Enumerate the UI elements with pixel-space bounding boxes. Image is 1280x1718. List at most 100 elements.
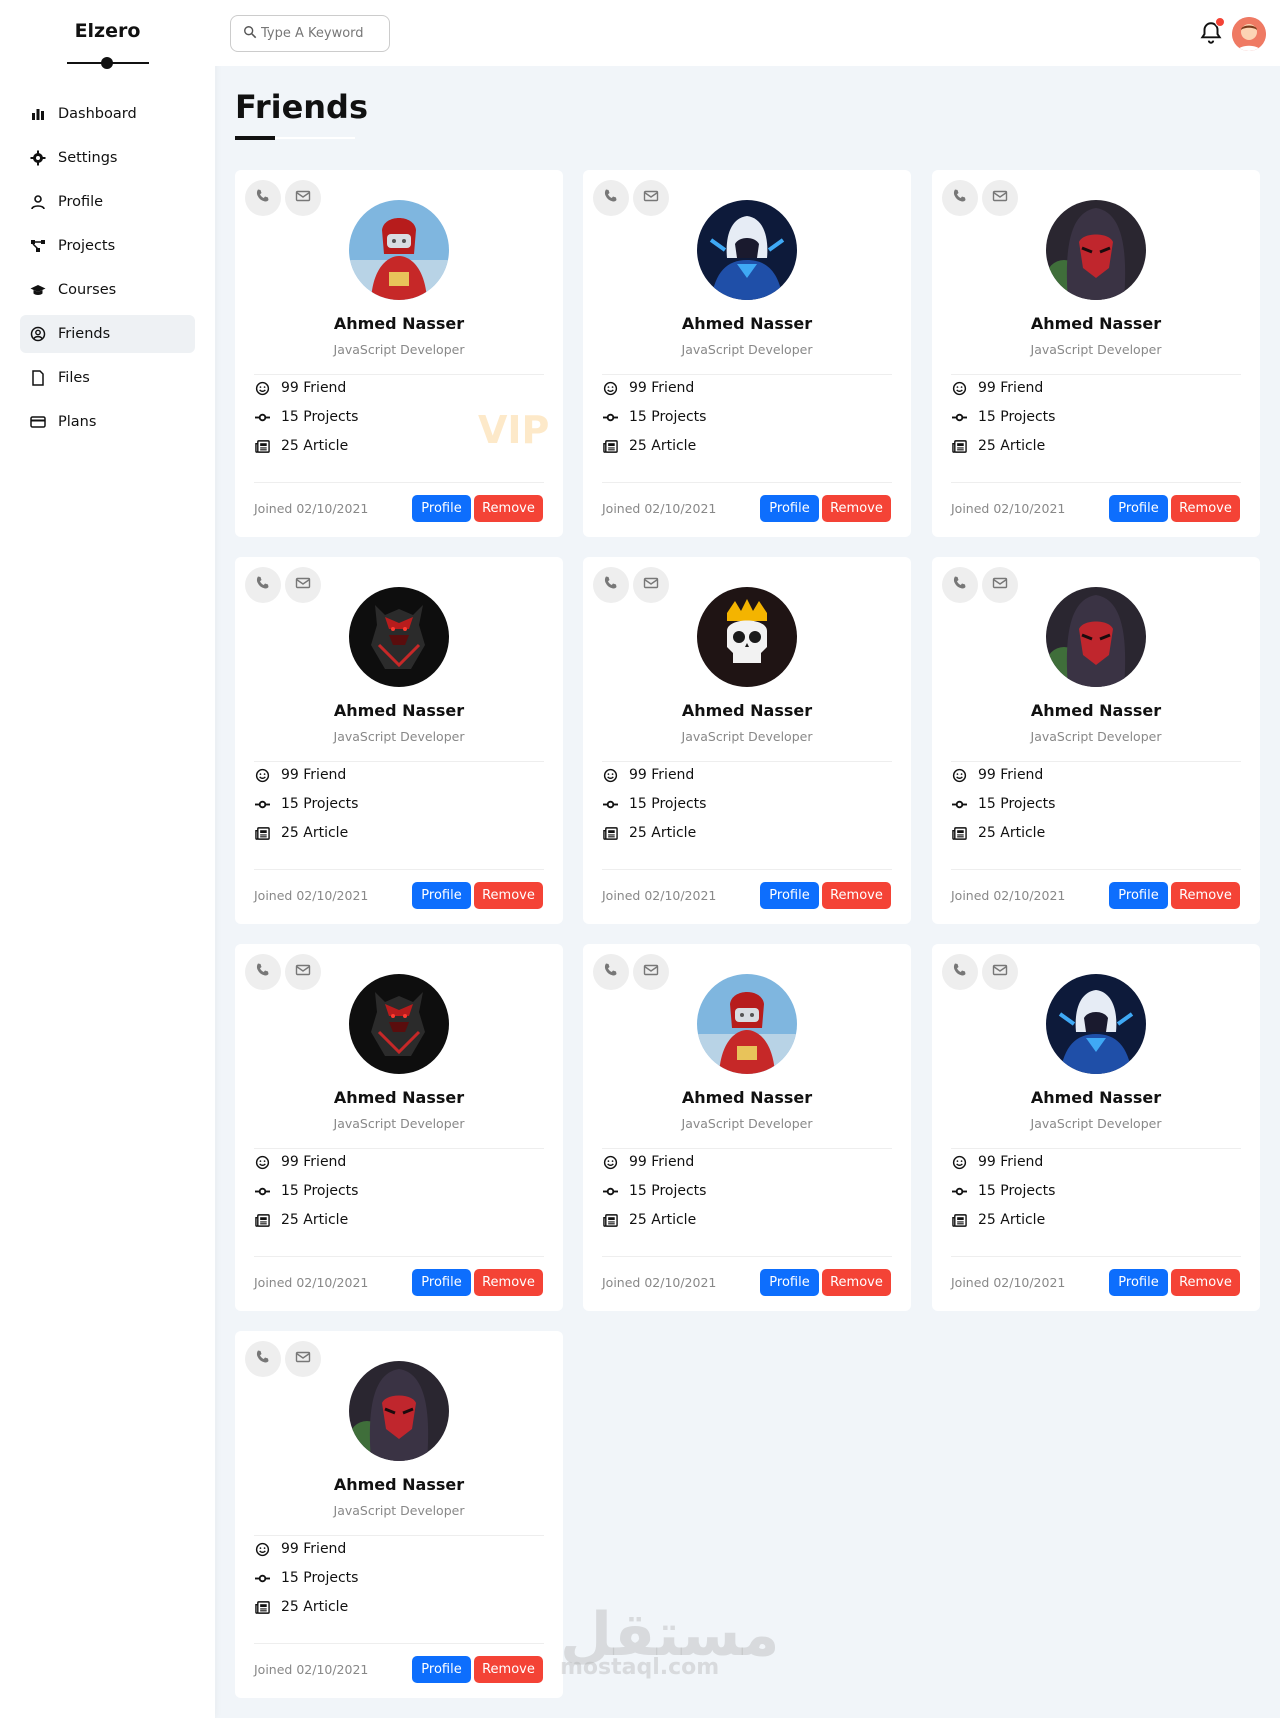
brand-divider-dot xyxy=(101,57,113,69)
sidebar-item-plans[interactable]: Plans xyxy=(20,403,195,441)
sidebar-item-label: Files xyxy=(58,370,90,386)
newspaper-icon xyxy=(603,439,629,454)
phone-button[interactable] xyxy=(593,954,629,990)
friend-card: Ahmed Nasser JavaScript Developer 99 Frien… xyxy=(932,170,1260,537)
profile-button[interactable]: Profile xyxy=(412,1269,471,1296)
projects-count-label: 15 Projects xyxy=(978,1183,1056,1199)
email-button[interactable] xyxy=(633,954,669,990)
smile-icon xyxy=(255,381,281,396)
phone-button[interactable] xyxy=(245,180,281,216)
projects-count-label: 15 Projects xyxy=(978,409,1056,425)
smile-icon xyxy=(603,768,629,783)
articles-count: 25 Article xyxy=(255,1599,348,1615)
remove-button[interactable]: Remove xyxy=(1171,1269,1240,1296)
remove-button[interactable]: Remove xyxy=(474,495,543,522)
sidebar-item-label: Projects xyxy=(58,238,116,254)
email-button[interactable] xyxy=(982,954,1018,990)
remove-button[interactable]: Remove xyxy=(1171,882,1240,909)
email-button[interactable] xyxy=(285,1341,321,1377)
smile-icon xyxy=(255,768,281,783)
friend-name: Ahmed Nasser xyxy=(1030,314,1162,333)
email-button[interactable] xyxy=(633,567,669,603)
articles-count: 25 Article xyxy=(603,438,696,454)
watermark-latin: mostaql.com xyxy=(560,1655,720,1680)
sidebar-item-files[interactable]: Files xyxy=(20,359,195,397)
sidebar-item-courses[interactable]: Courses xyxy=(20,271,195,309)
projects-count: 15 Projects xyxy=(255,409,358,425)
profile-button[interactable]: Profile xyxy=(1109,1269,1168,1296)
sidebar-item-settings[interactable]: Settings xyxy=(20,139,195,177)
phone-button[interactable] xyxy=(942,567,978,603)
profile-button[interactable]: Profile xyxy=(1109,495,1168,522)
profile-button[interactable]: Profile xyxy=(412,1656,471,1683)
smile-icon xyxy=(952,1155,978,1170)
newspaper-icon xyxy=(603,1213,629,1228)
file-icon xyxy=(30,370,58,386)
profile-button[interactable]: Profile xyxy=(760,1269,819,1296)
code-commit-icon xyxy=(255,1184,281,1199)
sidebar-item-projects[interactable]: Projects xyxy=(20,227,195,265)
sidebar-item-profile[interactable]: Profile xyxy=(20,183,195,221)
page-title: Friends xyxy=(235,88,368,126)
phone-button[interactable] xyxy=(245,954,281,990)
articles-count-label: 25 Article xyxy=(629,1212,697,1228)
phone-button[interactable] xyxy=(245,1341,281,1377)
phone-icon xyxy=(255,962,271,982)
projects-count: 15 Projects xyxy=(603,409,706,425)
phone-icon xyxy=(952,188,968,208)
email-button[interactable] xyxy=(285,567,321,603)
email-button[interactable] xyxy=(982,180,1018,216)
sidebar-item-friends[interactable]: Friends xyxy=(20,315,195,353)
remove-button[interactable]: Remove xyxy=(1171,495,1240,522)
skull-crown-avatar xyxy=(697,587,797,687)
articles-count-label: 25 Article xyxy=(281,825,349,841)
projects-count: 15 Projects xyxy=(255,1570,358,1586)
phone-button[interactable] xyxy=(245,567,281,603)
friend-job: JavaScript Developer xyxy=(333,729,465,744)
remove-button[interactable]: Remove xyxy=(822,882,891,909)
profile-button[interactable]: Profile xyxy=(412,882,471,909)
friend-card: Ahmed Nasser JavaScript Developer 99 Frien… xyxy=(583,557,911,924)
profile-button[interactable]: Profile xyxy=(1109,882,1168,909)
phone-button[interactable] xyxy=(593,180,629,216)
email-button[interactable] xyxy=(285,180,321,216)
card-divider xyxy=(951,1148,1241,1149)
email-button[interactable] xyxy=(633,180,669,216)
phone-icon xyxy=(255,1349,271,1369)
projects-count-label: 15 Projects xyxy=(629,409,707,425)
friends-count: 99 Friend xyxy=(952,380,1043,396)
search-input[interactable] xyxy=(261,26,379,41)
brand-name: Elzero xyxy=(74,20,141,42)
phone-button[interactable] xyxy=(942,180,978,216)
remove-button[interactable]: Remove xyxy=(474,1269,543,1296)
profile-button[interactable]: Profile xyxy=(412,495,471,522)
remove-button[interactable]: Remove xyxy=(822,1269,891,1296)
blue-hooded-avatar xyxy=(697,200,797,300)
sidebar-item-dashboard[interactable]: Dashboard xyxy=(20,95,195,133)
email-button[interactable] xyxy=(982,567,1018,603)
friends-count-label: 99 Friend xyxy=(629,767,695,783)
red-mask-avatar xyxy=(349,1361,449,1461)
friends-count-label: 99 Friend xyxy=(281,767,347,783)
remove-button[interactable]: Remove xyxy=(822,495,891,522)
joined-date: Joined 02/10/2021 xyxy=(254,1662,369,1677)
profile-button[interactable]: Profile xyxy=(760,882,819,909)
projects-count-label: 15 Projects xyxy=(281,1183,359,1199)
code-commit-icon xyxy=(603,410,629,425)
friend-job: JavaScript Developer xyxy=(681,342,813,357)
phone-button[interactable] xyxy=(942,954,978,990)
newspaper-icon xyxy=(603,826,629,841)
user-avatar[interactable] xyxy=(1232,17,1266,51)
search-box[interactable] xyxy=(230,15,390,52)
articles-count: 25 Article xyxy=(255,825,348,841)
remove-button[interactable]: Remove xyxy=(474,882,543,909)
phone-button[interactable] xyxy=(593,567,629,603)
user-icon xyxy=(30,194,58,210)
smile-icon xyxy=(603,1155,629,1170)
articles-count-label: 25 Article xyxy=(978,1212,1046,1228)
friend-name: Ahmed Nasser xyxy=(1030,1088,1162,1107)
newspaper-icon xyxy=(952,1213,978,1228)
email-button[interactable] xyxy=(285,954,321,990)
profile-button[interactable]: Profile xyxy=(760,495,819,522)
remove-button[interactable]: Remove xyxy=(474,1656,543,1683)
